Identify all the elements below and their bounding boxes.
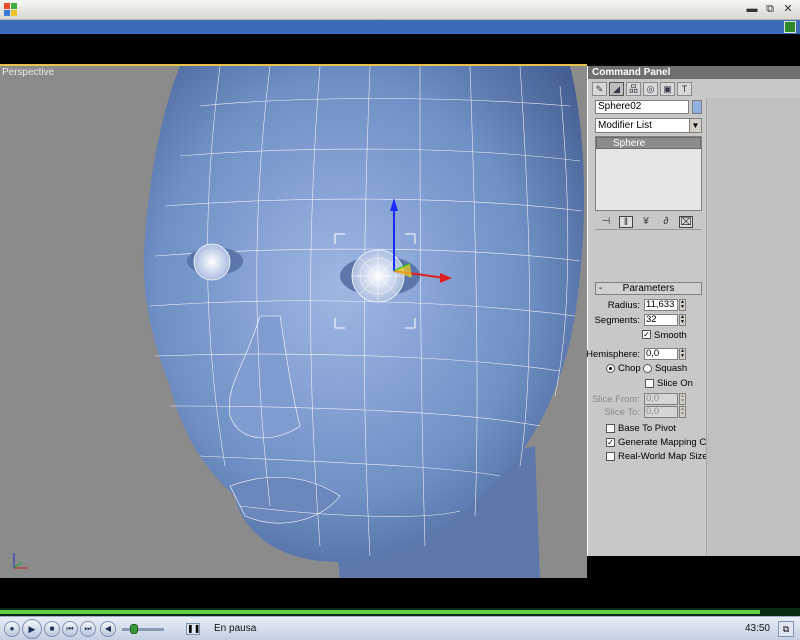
segments-label: Segments: [594,315,640,326]
perspective-viewport[interactable]: Perspective [0,64,587,578]
collapse-icon: - [599,283,603,294]
parameters-title: Parameters [622,283,675,294]
modifier-stack[interactable]: Sphere [595,136,702,211]
screen: ▬ ⧉ ✕ Perspective Command Panel ✎ ◢ 品 ◎ … [0,0,800,640]
pin-stack-icon[interactable]: ⊣ [599,216,613,228]
stack-item-sphere[interactable]: Sphere [596,137,701,149]
segments-row: Segments: 32 ▲ ▼ [588,314,706,328]
command-panel-tabs: ✎ ◢ 品 ◎ ▣ T [588,79,800,99]
parameters-rollout-header[interactable]: - Parameters [595,282,702,295]
chop-radio[interactable] [606,364,615,373]
seek-progress [0,610,760,614]
hierarchy-tab-icon[interactable]: 品 [626,82,641,96]
slice-to-spinner[interactable]: ▲ ▼ [679,406,686,418]
hemisphere-label: Hemisphere: [586,349,640,360]
menu-icon[interactable]: ● [4,621,20,637]
windows-logo-icon [4,3,18,17]
axis-tripod-icon [13,553,28,569]
hemisphere-row: Hemisphere: 0,0 ▲ ▼ [586,348,706,362]
stack-tools: ⊣ ‖ ¥ ∂ ⌧ [595,214,702,230]
show-end-result-icon[interactable]: ‖ [619,215,633,228]
hemisphere-field[interactable]: 0,0 [644,348,678,360]
squash-label: Squash [655,363,688,374]
stop-button[interactable]: ■ [44,621,60,637]
display-tab-icon[interactable]: ▣ [660,82,675,96]
slice-from-field[interactable]: 0,0 [644,393,678,405]
radius-spinner[interactable]: ▲ ▼ [679,299,686,311]
player-controls: ● ▶ ■ ⏮ ⏭ ◀ ❚❚ En pausa 43:50 ⧉ [0,616,800,640]
window-title-bar: ▬ ⧉ ✕ [0,0,800,20]
real-world-map-checkbox[interactable] [606,452,615,461]
slice-to-label: Slice To: [604,407,640,418]
minimize-button[interactable]: ▬ [746,3,758,15]
create-tab-icon[interactable]: ✎ [592,82,607,96]
slice-from-spinner[interactable]: ▲ ▼ [679,393,686,405]
remove-modifier-icon[interactable]: ∂ [659,216,673,228]
panel-scroll-area[interactable] [706,98,800,556]
slice-on-label: Slice On [657,378,693,389]
utilities-tab-icon[interactable]: T [677,82,692,96]
next-button[interactable]: ⏭ [80,621,96,637]
modify-rollouts: Sphere02 Modifier List ▼ Sphere ⊣ ‖ ¥ ∂ … [586,98,733,556]
time-display: 43:50 [744,623,770,634]
radius-label: Radius: [607,300,640,311]
menu-strip [0,20,800,34]
slice-to-field[interactable]: 0,0 [644,406,678,418]
smooth-checkbox[interactable]: ✓ [642,330,651,339]
slice-on-checkbox[interactable] [645,379,654,388]
switch-view-icon[interactable]: ⧉ [778,621,794,637]
squash-radio[interactable] [643,364,652,373]
volume-knob[interactable] [130,624,139,634]
playback-status: En pausa [214,623,257,634]
volume-slider[interactable] [122,628,164,631]
generate-mapping-checkbox[interactable]: ✓ [606,438,615,447]
modifier-list-dropdown[interactable]: Modifier List ▼ [595,118,702,133]
close-button[interactable]: ✕ [782,3,794,15]
radius-field[interactable]: 11,633 [644,299,678,311]
restore-button[interactable]: ⧉ [764,3,776,15]
mute-icon[interactable]: ◀ [100,621,116,637]
smooth-label: Smooth [654,330,687,341]
modify-tab-icon[interactable]: ◢ [609,82,624,96]
object-color-swatch[interactable] [692,100,702,114]
configure-sets-icon[interactable]: ⌧ [679,215,693,228]
play-button[interactable]: ▶ [22,619,42,639]
real-world-map-label: Real-World Map Size [618,451,708,462]
app-status-icon[interactable] [784,21,796,33]
make-unique-icon[interactable]: ¥ [639,216,653,228]
command-panel-title: Command Panel [588,66,800,79]
motion-tab-icon[interactable]: ◎ [643,82,658,96]
chop-label: Chop [618,363,641,374]
chevron-down-icon[interactable]: ▼ [689,119,701,132]
letterbox-bottom [0,578,800,608]
seek-bar[interactable] [0,608,800,616]
segments-field[interactable]: 32 [644,314,678,326]
slice-from-row: Slice From: 0,0 ▲ ▼ [588,393,706,407]
head-mesh-render [143,66,585,578]
letterbox-top [0,34,800,64]
base-to-pivot-checkbox[interactable] [606,424,615,433]
slice-to-row: Slice To: 0,0 ▲ ▼ [588,406,706,420]
viewport-label[interactable]: Perspective [2,67,54,78]
segments-spinner[interactable]: ▲ ▼ [679,314,686,326]
radius-row: Radius: 11,633 ▲ ▼ [588,299,706,313]
modifier-list-label: Modifier List [598,120,652,131]
object-name-field[interactable]: Sphere02 [595,100,689,114]
previous-button[interactable]: ⏮ [62,621,78,637]
hemisphere-spinner[interactable]: ▲ ▼ [679,348,686,360]
command-panel: Command Panel ✎ ◢ 品 ◎ ▣ T Sphere02 Modif… [586,66,800,556]
pause-icon: ❚❚ [186,623,201,635]
slice-from-label: Slice From: [591,394,640,405]
base-to-pivot-label: Base To Pivot [618,423,676,434]
